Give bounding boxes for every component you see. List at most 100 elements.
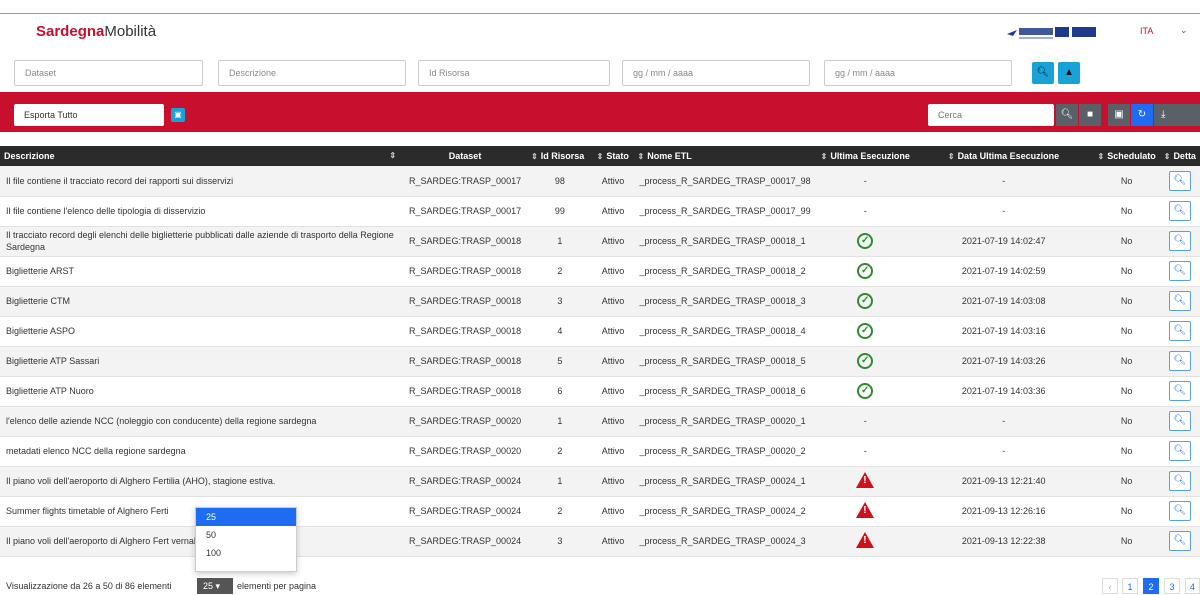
cell-ultima-esecuzione: -	[816, 166, 914, 197]
check-circle-icon: ✓	[857, 293, 874, 309]
date-to-input[interactable]	[824, 60, 1012, 86]
dataset-filter-input[interactable]	[14, 60, 203, 86]
page-3-button[interactable]: 3	[1164, 578, 1180, 594]
status-dash: -	[863, 446, 867, 456]
detail-button[interactable]: 🔍︎	[1168, 471, 1191, 491]
page-size-select[interactable]: 25 ▾	[197, 578, 233, 594]
export-button[interactable]: ▣	[171, 108, 185, 122]
col-id-risorsa[interactable]: ⇕ Id Risorsa	[527, 146, 593, 166]
cell-descrizione: Biglietterie ASPO	[0, 316, 404, 347]
language-selector[interactable]: ITA	[1140, 26, 1153, 36]
col-nome-etl[interactable]: ⇕ Nome ETL	[633, 146, 817, 166]
resources-table: Descrizione ⇕ Dataset ⇕ Id Risorsa ⇕ Stato …	[0, 146, 1200, 557]
search-filter-button[interactable]: 🔍︎	[1032, 62, 1054, 84]
columns-button[interactable]: ▣	[1108, 104, 1130, 126]
prev-page-button[interactable]: ‹	[1102, 578, 1118, 594]
col-dataset[interactable]: Dataset	[403, 146, 528, 166]
cell-nome-etl: _process_R_SARDEG_TRASP_00020_1	[633, 406, 817, 437]
sort-icon[interactable]: ⇕	[389, 151, 396, 160]
detail-button[interactable]: 🔍︎	[1168, 261, 1191, 281]
cell-data-ultima-esecuzione: -	[913, 406, 1094, 437]
sort-icon[interactable]: ⇕	[531, 152, 538, 161]
download-icon: ▣	[174, 110, 182, 119]
page-size-option[interactable]: 50	[196, 526, 296, 544]
cell-dataset: R_SARDEG:TRASP_00018	[403, 346, 528, 377]
page-size-option[interactable]: 100	[196, 544, 296, 562]
col-stato[interactable]: ⇕ Stato	[592, 146, 634, 166]
detail-button[interactable]: 🔍︎	[1168, 531, 1191, 551]
detail-button[interactable]: 🔍︎	[1168, 351, 1191, 371]
export-all-select[interactable]: Esporta Tutto	[14, 104, 164, 126]
check-circle-icon: ✓	[857, 383, 874, 399]
cell-stato: Attivo	[592, 436, 634, 467]
sort-icon[interactable]: ⇕	[638, 152, 645, 161]
page-size-option[interactable]: 25	[196, 508, 296, 526]
page-size-dropdown[interactable]: 25 50 100	[195, 507, 297, 572]
date-from-input[interactable]	[622, 60, 810, 86]
table-row: Summer flights timetable of Alghero Fert…	[0, 496, 1200, 527]
id-risorsa-filter-input[interactable]	[418, 60, 610, 86]
cell-ultima-esecuzione: ✓	[816, 376, 914, 407]
detail-button[interactable]: 🔍︎	[1168, 231, 1191, 251]
page-2-button[interactable]: 2	[1143, 578, 1159, 594]
detail-button[interactable]: 🔍︎	[1168, 441, 1191, 461]
col-descrizione[interactable]: Descrizione ⇕	[0, 146, 404, 166]
cell-nome-etl: _process_R_SARDEG_TRASP_00020_2	[633, 436, 817, 467]
zoom-icon: 🔍︎	[1173, 174, 1187, 186]
delete-button[interactable]: ■	[1079, 104, 1101, 126]
detail-button[interactable]: 🔍︎	[1168, 411, 1191, 431]
cell-dataset: R_SARDEG:TRASP_00018	[403, 256, 528, 287]
sort-icon[interactable]: ⇕	[1098, 152, 1105, 161]
pagination-info: Visualizzazione da 26 a 50 di 86 element…	[6, 581, 172, 591]
cell-data-ultima-esecuzione: 2021-09-13 12:21:40	[913, 466, 1094, 497]
cell-schedulato: No	[1093, 166, 1160, 197]
cell-ultima-esecuzione: -	[816, 406, 914, 437]
cell-stato: Attivo	[592, 466, 634, 497]
sort-icon[interactable]: ⇕	[1164, 152, 1171, 161]
page-size-label: elementi per pagina	[237, 581, 317, 591]
check-circle-icon: ✓	[857, 323, 874, 339]
detail-button[interactable]: 🔍︎	[1168, 170, 1191, 191]
col-schedulato[interactable]: ⇕ Schedulato	[1093, 146, 1160, 166]
cell-ultima-esecuzione: -	[816, 196, 914, 227]
detail-button[interactable]: 🔍︎	[1168, 501, 1191, 521]
detail-button[interactable]: 🔍︎	[1168, 381, 1191, 401]
detail-button[interactable]: 🔍︎	[1168, 321, 1191, 341]
sort-icon[interactable]: ⇕	[597, 152, 604, 161]
cell-ultima-esecuzione: ✓	[816, 226, 914, 257]
download-button[interactable]: ⤓	[1154, 104, 1200, 126]
descrizione-filter-input[interactable]	[218, 60, 406, 86]
check-circle-icon: ✓	[857, 353, 874, 369]
refresh-button[interactable]: ↻	[1131, 104, 1153, 126]
interreg-mobimart-logo	[1007, 27, 1096, 39]
cell-id-risorsa: 2	[527, 436, 593, 467]
page-4-button[interactable]: 4	[1185, 578, 1200, 594]
search-button[interactable]: 🔍︎	[1056, 104, 1078, 126]
cell-id-risorsa: 1	[527, 226, 593, 257]
caret-down-icon: ▾	[215, 581, 221, 591]
clear-filter-button[interactable]: ▲	[1058, 62, 1080, 84]
cell-dataset: R_SARDEG:TRASP_00024	[403, 496, 528, 527]
header: SardegnaMobilità ITA ⌄	[0, 15, 1200, 51]
col-ultima-esecuzione[interactable]: ⇕ Ultima Esecuzione	[816, 146, 914, 166]
cell-dettaglio: 🔍︎	[1159, 256, 1200, 287]
detail-button[interactable]: 🔍︎	[1168, 201, 1191, 221]
cell-id-risorsa: 4	[527, 316, 593, 347]
brand-logo[interactable]: SardegnaMobilità	[36, 23, 156, 40]
cell-ultima-esecuzione: !	[816, 496, 914, 527]
col-data-ultima-esecuzione[interactable]: ⇕ Data Ultima Esecuzione	[913, 146, 1094, 166]
cell-ultima-esecuzione: ✓	[816, 256, 914, 287]
chevron-down-icon[interactable]: ⌄	[1180, 25, 1188, 36]
table-row: Il piano voli dell'aeroporto di Alghero …	[0, 466, 1200, 497]
sort-icon[interactable]: ⇕	[948, 152, 955, 161]
cell-ultima-esecuzione: ✓	[816, 286, 914, 317]
search-input[interactable]	[928, 104, 1054, 126]
cell-data-ultima-esecuzione: 2021-09-13 12:26:16	[913, 496, 1094, 527]
col-dettaglio[interactable]: ⇕ Detta	[1159, 146, 1200, 166]
sort-icon[interactable]: ⇕	[821, 152, 828, 161]
cell-dataset: R_SARDEG:TRASP_00018	[403, 376, 528, 407]
cell-nome-etl: _process_R_SARDEG_TRASP_00024_2	[633, 496, 817, 527]
page-1-button[interactable]: 1	[1122, 578, 1138, 594]
cell-id-risorsa: 2	[527, 256, 593, 287]
detail-button[interactable]: 🔍︎	[1168, 291, 1191, 311]
